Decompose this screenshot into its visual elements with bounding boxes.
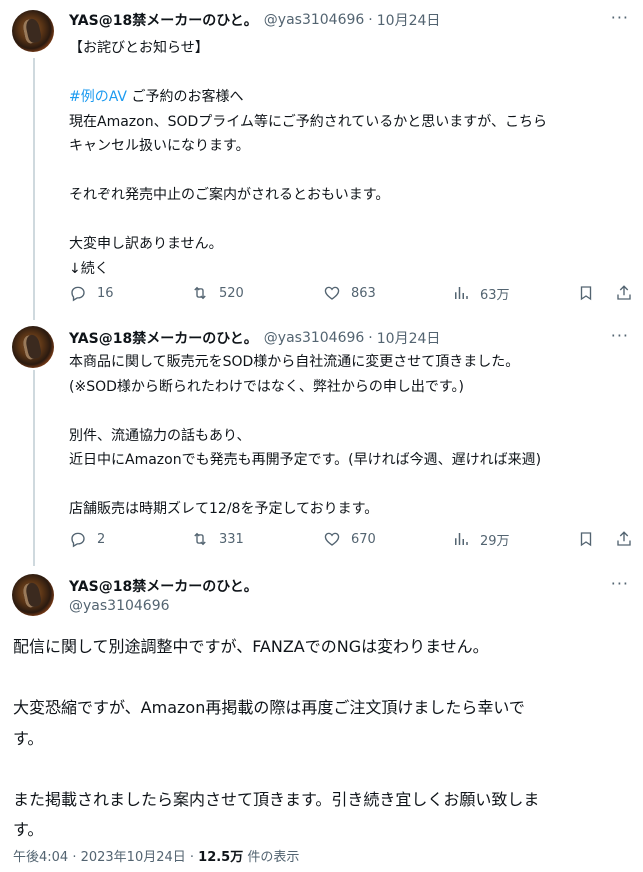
bookmark-button[interactable] (577, 281, 595, 305)
retweet-icon (194, 532, 206, 546)
tweet-header: YAS@18禁メーカーのひと。 @yas3104696 · 10月24日 (69, 10, 440, 30)
text-span: ご予約のお客様へ (127, 89, 244, 105)
view-count: 12.5万 (198, 850, 244, 865)
share-icon (617, 531, 631, 546)
handle[interactable]: @yas3104696 (264, 330, 365, 346)
bookmark-icon (580, 532, 592, 547)
tweet-date[interactable]: 10月24日 (377, 328, 441, 348)
avatar[interactable] (12, 10, 54, 52)
more-icon[interactable]: ··· (611, 8, 629, 27)
bookmark-button[interactable] (577, 527, 595, 551)
text-line: 配信に関して別途調整中ですが、FANZAでのNGは変わりません。 (13, 637, 489, 656)
reply-icon (71, 532, 85, 548)
handle[interactable]: @yas3104696 (264, 12, 365, 28)
tweet-text: 【お詫びとお知らせ】 #例のAV ご予約のお客様へ 現在Amazon、SODプラ… (69, 36, 629, 281)
tweet-text: 本商品に関して販売元をSOD様から自社流通に変更させて頂きました。 (※SOD様… (69, 350, 629, 522)
separator: · (368, 12, 373, 28)
text-line: 近日中にAmazonでも発売も再開予定です。(早ければ今週、遅ければ来週) (69, 452, 542, 468)
text-line: 大変恐縮ですが、Amazon再掲載の際は再度ご注文頂けましたら幸いで (13, 698, 525, 717)
tweet-actions: 16 520 863 63万 (69, 281, 634, 305)
tweet-actions: 2 331 670 29万 (69, 527, 634, 551)
views-icon (455, 287, 468, 299)
display-name[interactable]: YAS@18禁メーカーのひと。 (69, 576, 258, 596)
reply-button[interactable]: 2 (69, 527, 105, 551)
views-count: 63万 (480, 287, 510, 303)
text-line: 現在Amazon、SODプライム等にご予約されているかと思いますが、こちら (69, 113, 548, 130)
text-line: (※SOD様から断られたわけではなく、弊社からの申し出です。) (69, 378, 464, 395)
tweet-timestamp[interactable]: 午後4:04 · 2023年10月24日 · (13, 850, 198, 865)
text-line: 【お詫びとお知らせ】 (69, 40, 209, 56)
avatar[interactable] (12, 574, 54, 616)
avatar[interactable] (12, 326, 54, 368)
text-line: また掲載されましたら案内させて頂きます。引き続き宜しくお願い致しま (13, 789, 540, 809)
hashtag-link[interactable]: #例のAV (69, 89, 127, 105)
more-icon[interactable]: ··· (611, 326, 629, 345)
share-button[interactable] (615, 281, 633, 305)
views-icon (455, 533, 468, 545)
reply-icon (71, 286, 85, 302)
reply-button[interactable]: 16 (69, 281, 114, 305)
tweet-date[interactable]: 10月24日 (377, 10, 441, 30)
share-button[interactable] (615, 527, 633, 551)
text-line: ↓続く (69, 260, 109, 277)
retweet-button[interactable]: 520 (191, 281, 244, 305)
text-line: す。 (13, 728, 44, 748)
text-line: 本商品に関して販売元をSOD様から自社流通に変更させて頂きました。 (69, 354, 520, 370)
retweet-count: 520 (219, 285, 244, 301)
text-line: それぞれ発売中止のご案内がされるとおもいます。 (69, 187, 390, 203)
reply-count: 2 (97, 531, 106, 547)
retweet-icon (194, 286, 206, 300)
view-count-label: 件の表示 (243, 850, 300, 865)
reply-count: 16 (97, 285, 114, 301)
text-line: 別件、流通協力の話もあり、 (69, 427, 251, 444)
retweet-button[interactable]: 331 (191, 527, 244, 551)
like-count: 670 (351, 531, 376, 547)
tweet-header: YAS@18禁メーカーのひと。 @yas3104696 · 10月24日 (69, 328, 440, 348)
like-count: 863 (351, 285, 376, 301)
text-line: #例のAV ご予約のお客様へ (69, 85, 629, 110)
like-icon (324, 532, 340, 546)
display-name[interactable]: YAS@18禁メーカーのひと。 (69, 328, 258, 348)
tweet-text: 配信に関して別途調整中ですが、FANZAでのNGは変わりません。 大変恐縮ですが… (13, 632, 629, 846)
text-line: 大変申し訳ありません。 (69, 236, 223, 252)
text-line: キャンセル扱いになります。 (69, 138, 250, 154)
share-icon (617, 285, 631, 300)
like-button[interactable]: 863 (323, 281, 376, 305)
like-icon (324, 286, 340, 300)
tweet-meta: 午後4:04 · 2023年10月24日 · 12.5万 件の表示 (13, 846, 299, 865)
thread-connector (33, 370, 35, 566)
views-button[interactable]: 63万 (452, 281, 510, 305)
more-icon[interactable]: ··· (611, 574, 629, 593)
separator: · (368, 330, 373, 346)
text-line: 店舗販売は時期ズレて12/8を予定しております。 (69, 501, 379, 517)
retweet-count: 331 (219, 531, 244, 547)
views-button[interactable]: 29万 (452, 527, 510, 551)
thread-connector (33, 58, 35, 320)
text-line: す。 (13, 820, 44, 839)
display-name[interactable]: YAS@18禁メーカーのひと。 (69, 10, 258, 30)
views-count: 29万 (480, 533, 510, 549)
handle[interactable]: @yas3104696 (69, 598, 170, 614)
like-button[interactable]: 670 (323, 527, 376, 551)
bookmark-icon (580, 286, 592, 301)
